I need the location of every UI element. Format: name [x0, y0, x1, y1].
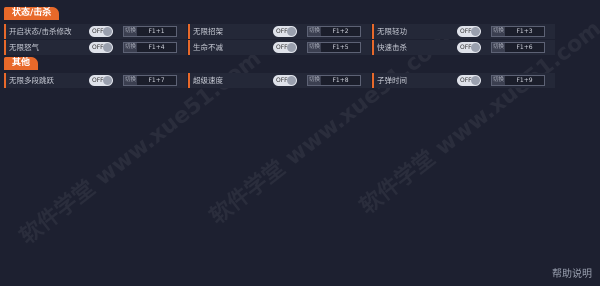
toggle-knob	[103, 76, 112, 85]
option-row: 无限怒气 OFF 切换 F1+4 生命不减 OFF 切换 F1+5 快速击杀 OFF…	[4, 40, 556, 55]
option-label: 快速击杀	[377, 43, 407, 52]
option-label: 无限多段跳跃	[9, 76, 54, 85]
hotkey-value: F1+4	[148, 44, 165, 51]
option-label: 子弹时间	[377, 76, 407, 85]
option-cell: 无限怒气 OFF 切换 F1+4	[4, 40, 187, 55]
toggle-knob	[287, 43, 296, 52]
toggle-switch[interactable]: OFF	[89, 26, 113, 37]
help-link[interactable]: 帮助说明	[552, 265, 592, 280]
toggle-state: OFF	[460, 44, 472, 51]
toggle-switch[interactable]: OFF	[457, 75, 481, 86]
option-cell: 无限多段跳跃 OFF 切换 F1+7	[4, 73, 187, 88]
option-cell: 无限招架 OFF 切换 F1+2	[188, 24, 371, 39]
hotkey-value: F1+2	[332, 28, 349, 35]
toggle-switch[interactable]: OFF	[273, 26, 297, 37]
option-cell: 子弹时间 OFF 切换 F1+9	[372, 73, 555, 88]
toggle-switch[interactable]: OFF	[89, 42, 113, 53]
toggle-state: OFF	[92, 28, 104, 35]
toggle-switch[interactable]: OFF	[273, 42, 297, 53]
option-cell: 生命不减 OFF 切换 F1+5	[188, 40, 371, 55]
hotkey-switch-label: 切换	[308, 76, 321, 85]
toggle-knob	[287, 27, 296, 36]
hotkey-value: F1+3	[516, 28, 533, 35]
hotkey-switch-label: 切换	[492, 43, 505, 52]
hotkey-switch-label: 切换	[124, 76, 137, 85]
hotkey-switch-label: 切换	[308, 43, 321, 52]
option-cell: 超级速度 OFF 切换 F1+8	[188, 73, 371, 88]
option-label: 无限怒气	[9, 43, 39, 52]
option-cell: 开启状态/击杀修改 OFF 切换 F1+1	[4, 24, 187, 39]
toggle-switch[interactable]: OFF	[457, 26, 481, 37]
hotkey-field[interactable]: 切换 F1+4	[123, 42, 177, 53]
hotkey-field[interactable]: 切换 F1+1	[123, 26, 177, 37]
toggle-state: OFF	[276, 77, 288, 84]
hotkey-field[interactable]: 切换 F1+3	[491, 26, 545, 37]
toggle-state: OFF	[92, 44, 104, 51]
section-tab-status[interactable]: 状态/击杀	[4, 7, 60, 20]
option-cell: 无限轻功 OFF 切换 F1+3	[372, 24, 555, 39]
hotkey-field[interactable]: 切换 F1+7	[123, 75, 177, 86]
toggle-switch[interactable]: OFF	[457, 42, 481, 53]
option-cell: 快速击杀 OFF 切换 F1+6	[372, 40, 555, 55]
option-label: 生命不减	[193, 43, 223, 52]
option-label: 无限招架	[193, 27, 223, 36]
hotkey-field[interactable]: 切换 F1+5	[307, 42, 361, 53]
toggle-knob	[103, 43, 112, 52]
hotkey-field[interactable]: 切换 F1+8	[307, 75, 361, 86]
toggle-switch[interactable]: OFF	[89, 75, 113, 86]
hotkey-value: F1+8	[332, 77, 349, 84]
hotkey-value: F1+5	[332, 44, 349, 51]
toggle-knob	[471, 76, 480, 85]
section-tab-other[interactable]: 其他	[4, 57, 39, 70]
toggle-switch[interactable]: OFF	[273, 75, 297, 86]
hotkey-switch-label: 切换	[124, 27, 137, 36]
hotkey-field[interactable]: 切换 F1+2	[307, 26, 361, 37]
hotkey-field[interactable]: 切换 F1+9	[491, 75, 545, 86]
hotkey-switch-label: 切换	[308, 27, 321, 36]
toggle-state: OFF	[460, 77, 472, 84]
toggle-state: OFF	[276, 28, 288, 35]
toggle-state: OFF	[276, 44, 288, 51]
hotkey-value: F1+1	[148, 28, 165, 35]
toggle-state: OFF	[460, 28, 472, 35]
toggle-state: OFF	[92, 77, 104, 84]
hotkey-value: F1+7	[148, 77, 165, 84]
toggle-knob	[471, 43, 480, 52]
hotkey-value: F1+9	[516, 77, 533, 84]
hotkey-value: F1+6	[516, 44, 533, 51]
option-label: 超级速度	[193, 76, 223, 85]
toggle-knob	[103, 27, 112, 36]
hotkey-switch-label: 切换	[124, 43, 137, 52]
toggle-knob	[471, 27, 480, 36]
option-row: 开启状态/击杀修改 OFF 切换 F1+1 无限招架 OFF 切换 F1+2 无限轻…	[4, 24, 556, 39]
option-label: 开启状态/击杀修改	[9, 27, 72, 36]
hotkey-switch-label: 切换	[492, 76, 505, 85]
hotkey-field[interactable]: 切换 F1+6	[491, 42, 545, 53]
hotkey-switch-label: 切换	[492, 27, 505, 36]
option-row: 无限多段跳跃 OFF 切换 F1+7 超级速度 OFF 切换 F1+8 子弹时间 O…	[4, 73, 556, 88]
option-label: 无限轻功	[377, 27, 407, 36]
toggle-knob	[287, 76, 296, 85]
